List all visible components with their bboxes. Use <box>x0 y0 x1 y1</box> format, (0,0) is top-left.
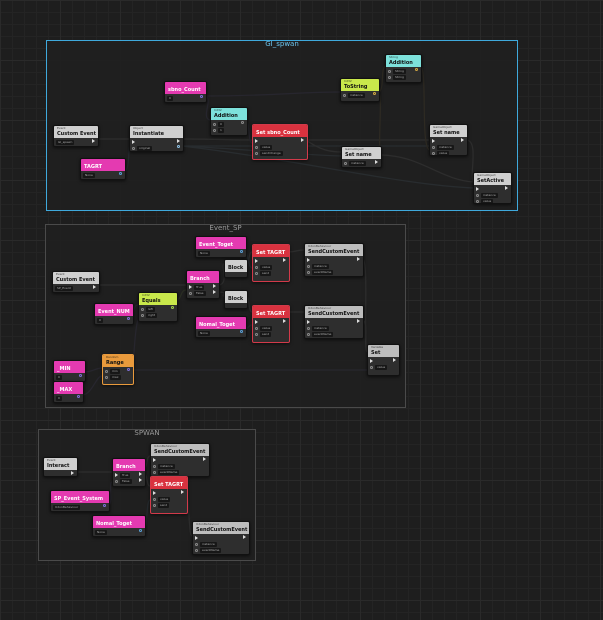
setactive-node[interactable]: GameObject SetActive instance value <box>473 172 512 204</box>
sp-event-system-variable-node[interactable]: SP_Event_System UdonBehaviour <box>50 490 110 512</box>
branch-node[interactable]: Branch True False <box>186 270 220 299</box>
tagrt-variable-node[interactable]: TAGRT None <box>80 158 126 180</box>
event-num-variable-node[interactable]: Event_NUM 0 <box>94 303 134 325</box>
group-title: GI_spwan <box>265 40 299 48</box>
custom-event-node[interactable]: Event Custom Event GI_spawn <box>53 125 99 147</box>
send-custom-event-node[interactable]: UdonBehaviour SendCustomEvent instance eve… <box>150 443 210 477</box>
event-toget-variable-node[interactable]: Event_Toget None <box>195 236 247 258</box>
addition-node[interactable]: Int32 Addition 01 <box>210 107 248 136</box>
group-title: SPWAN <box>134 429 160 437</box>
nomal-toget-variable-node[interactable]: Nomal_Toget None <box>195 316 247 338</box>
interact-event-node[interactable]: Event Interact <box>43 457 78 477</box>
max-variable-node[interactable]: _MAX 0 <box>53 381 84 403</box>
send-custom-event-node-2[interactable]: UdonBehaviour SendCustomEvent instance eve… <box>304 305 364 339</box>
send-custom-event-node-2[interactable]: UdonBehaviour SendCustomEvent instance eve… <box>192 521 250 555</box>
set-tagrt-node[interactable]: Set TAGRT value send <box>252 244 290 282</box>
equals-node[interactable]: Int32 Equals left right <box>138 292 178 322</box>
block-node-2[interactable]: Block <box>224 290 248 309</box>
set-sbno-count-node[interactable]: Set sbno_Count value sendChange <box>252 124 308 160</box>
send-custom-event-node[interactable]: UdonBehaviour SendCustomEvent instance eve… <box>304 243 364 277</box>
group-title: Event_SP <box>209 224 242 232</box>
sbno-count-variable-node[interactable]: sbno_Count 0 <box>164 81 207 103</box>
tostring-node[interactable]: Int32 ToString instance <box>340 78 380 102</box>
event-name-field[interactable]: GI_spawn <box>56 139 75 145</box>
set-name-node-2[interactable]: GameObject Set name instance <box>341 146 382 168</box>
nomal-toget-variable-node[interactable]: Nomal_Toget None <box>92 515 146 537</box>
event-name-field[interactable]: SP_Event <box>55 285 73 291</box>
instantiate-node[interactable]: Object Instantiate original <box>129 125 184 152</box>
custom-event-node[interactable]: Event Custom Event SP_Event <box>52 271 100 293</box>
set-tagrt-node-2[interactable]: Set TAGRT value send <box>252 305 290 343</box>
branch-node[interactable]: Branch True False <box>112 458 146 487</box>
block-node[interactable]: Block <box>224 259 248 278</box>
range-node[interactable]: Random Range min max <box>102 354 134 385</box>
set-name-node[interactable]: GameObject Set name instance value <box>429 124 468 156</box>
min-variable-node[interactable]: _MIN 0 <box>53 360 86 382</box>
set-variable-node[interactable]: Variable Set value <box>367 344 400 376</box>
addition-string-node[interactable]: String Addition String String <box>385 54 422 83</box>
set-tagrt-node[interactable]: Set TAGRT value send <box>150 476 188 514</box>
